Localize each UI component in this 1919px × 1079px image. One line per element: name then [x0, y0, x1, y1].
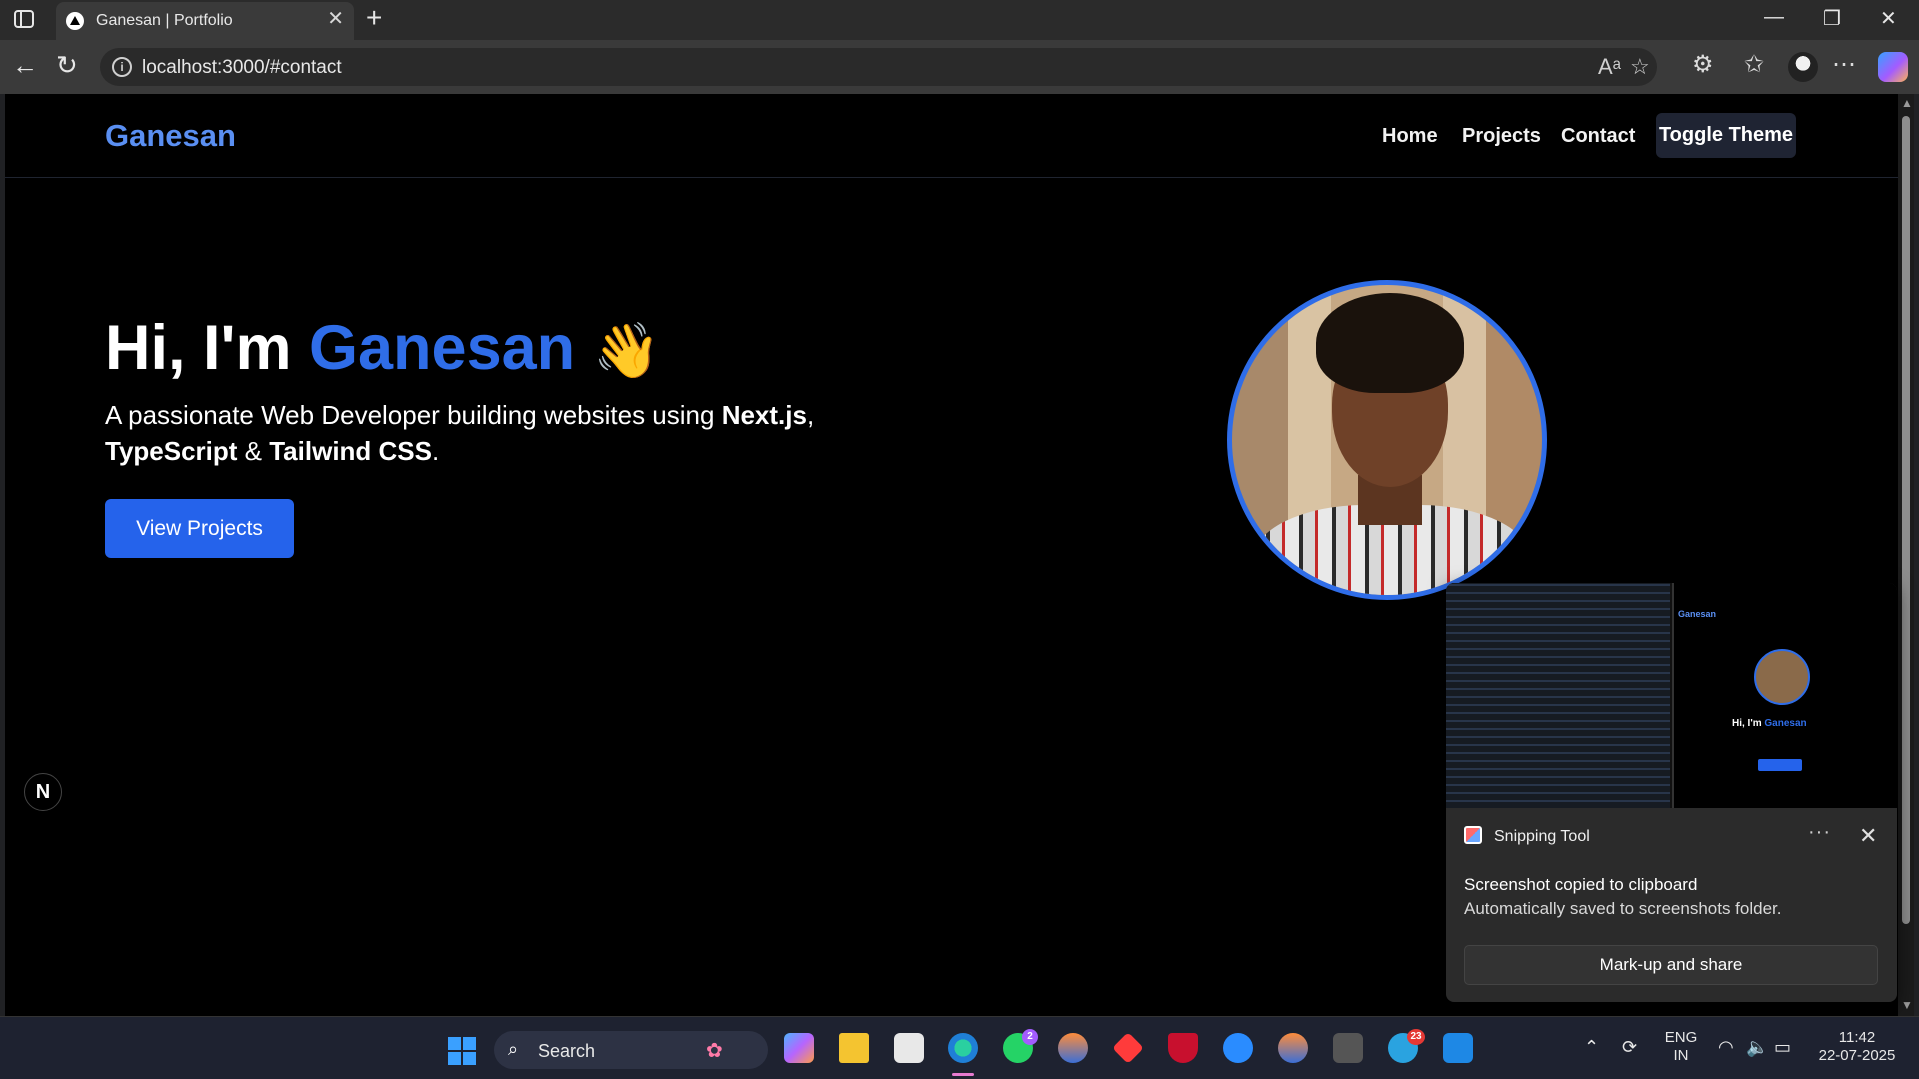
- hero-sep2: &: [237, 436, 270, 466]
- language-indicator[interactable]: ENG IN: [1664, 1029, 1698, 1065]
- firefox-icon[interactable]: [1278, 1033, 1308, 1063]
- windows-start-icon[interactable]: [448, 1037, 476, 1065]
- page-scrollbar[interactable]: ▲ ▼: [1898, 94, 1914, 1016]
- favorite-star-icon[interactable]: ☆: [1630, 54, 1650, 80]
- preview-brand: Ganesan: [1678, 609, 1717, 619]
- favorites-icon[interactable]: ✩: [1744, 52, 1764, 78]
- snipping-tool-icon: [1464, 826, 1482, 844]
- clock-date: 22-07-2025: [1818, 1047, 1896, 1064]
- clock-time: 11:42: [1838, 1029, 1876, 1046]
- hero-sub-intro: A passionate Web Developer building webs…: [105, 400, 722, 430]
- hero-sep1: ,: [806, 400, 815, 430]
- toast-app-name: Snipping Tool: [1494, 828, 1590, 845]
- windows-taskbar: ⌕ Search ✿ 2 23 ⌃ ⟳ ENG IN ◠ 🔈 ▭ 11:42 2…: [0, 1016, 1919, 1079]
- profile-photo: [1227, 280, 1547, 600]
- vscode-icon[interactable]: [1443, 1033, 1473, 1063]
- url-text[interactable]: localhost:3000/#contact: [142, 57, 342, 79]
- preview-website: Ganesan Hi, I'm Ganesan: [1672, 583, 1897, 808]
- file-explorer-icon[interactable]: [839, 1033, 869, 1063]
- firefox-dev-icon[interactable]: [1058, 1033, 1088, 1063]
- minimize-icon[interactable]: —: [1764, 6, 1784, 29]
- extensions-icon[interactable]: ⚙: [1692, 52, 1714, 78]
- whatsapp-badge: 2: [1022, 1029, 1038, 1045]
- active-app-indicator: [952, 1073, 974, 1076]
- view-projects-button[interactable]: View Projects: [105, 499, 294, 558]
- scroll-up-icon[interactable]: ▲: [1901, 96, 1913, 110]
- screenshot-preview[interactable]: Ganesan Hi, I'm Ganesan: [1446, 583, 1897, 808]
- hero-name: Ganesan: [309, 313, 576, 383]
- battery-icon[interactable]: ▭: [1774, 1037, 1791, 1058]
- sync-icon[interactable]: ⟳: [1622, 1037, 1637, 1058]
- profile-avatar-icon[interactable]: [1788, 52, 1818, 82]
- toast-title: Screenshot copied to clipboard: [1464, 875, 1698, 894]
- tech-tailwind: Tailwind CSS: [269, 436, 432, 466]
- refresh-icon[interactable]: ↻: [56, 52, 78, 78]
- restore-icon[interactable]: ❐: [1823, 6, 1841, 31]
- copilot-app-icon[interactable]: [784, 1033, 814, 1063]
- language-code: ENG: [1664, 1029, 1698, 1046]
- site-brand[interactable]: Ganesan: [105, 118, 236, 154]
- hero-greeting: Hi, I'm: [105, 313, 310, 383]
- tech-nextjs: Next.js: [721, 400, 807, 430]
- preview-avatar: [1754, 649, 1810, 705]
- toast-more-icon[interactable]: ···: [1808, 821, 1831, 844]
- toast-close-icon[interactable]: ✕: [1859, 823, 1877, 849]
- back-icon[interactable]: ←: [12, 52, 38, 78]
- markup-share-button[interactable]: Mark-up and share: [1464, 945, 1878, 985]
- hero-subtitle: A passionate Web Developer building webs…: [105, 397, 865, 469]
- mcafee-icon[interactable]: [1168, 1033, 1198, 1063]
- edge-browser-icon[interactable]: [948, 1033, 978, 1063]
- browser-tab-bar: Ganesan | Portfolio ✕ + — ❐ ✕: [0, 0, 1919, 40]
- git-tool-icon[interactable]: [1333, 1033, 1363, 1063]
- tech-typescript: TypeScript: [105, 436, 238, 466]
- volume-icon[interactable]: 🔈: [1746, 1037, 1768, 1058]
- browser-tab[interactable]: Ganesan | Portfolio ✕: [56, 2, 354, 40]
- nav-contact[interactable]: Contact: [1561, 125, 1635, 148]
- copilot-icon[interactable]: [1878, 52, 1908, 82]
- preview-code-editor: [1446, 583, 1670, 808]
- search-highlight-icon: ✿: [706, 1040, 723, 1062]
- show-hidden-icons-icon[interactable]: ⌃: [1584, 1037, 1599, 1058]
- search-label: Search: [538, 1041, 596, 1061]
- help-icon[interactable]: [1223, 1033, 1253, 1063]
- wave-emoji-icon: 👋: [593, 321, 661, 381]
- nextjs-dev-badge[interactable]: N: [24, 773, 62, 811]
- snipping-tool-toast: Ganesan Hi, I'm Ganesan Snipping Tool ··…: [1446, 583, 1897, 1002]
- anydesk-icon[interactable]: [1112, 1032, 1144, 1064]
- site-header: Ganesan Home Projects Contact Toggle The…: [5, 94, 1898, 178]
- region-code: IN: [1673, 1047, 1689, 1064]
- toast-body: Automatically saved to screenshots folde…: [1464, 899, 1782, 918]
- tab-close-icon[interactable]: ✕: [327, 9, 344, 29]
- hero-title: Hi, I'm Ganesan 👋: [105, 312, 660, 384]
- tab-title: Ganesan | Portfolio: [96, 12, 233, 29]
- sidebar-toggle-icon[interactable]: [14, 10, 34, 28]
- nav-home[interactable]: Home: [1382, 125, 1438, 148]
- scroll-thumb[interactable]: [1902, 116, 1910, 924]
- nav-projects[interactable]: Projects: [1462, 125, 1541, 148]
- nextjs-favicon-icon: [66, 12, 84, 30]
- close-window-icon[interactable]: ✕: [1880, 6, 1897, 31]
- toggle-theme-button[interactable]: Toggle Theme: [1656, 113, 1796, 158]
- taskbar-search[interactable]: ⌕ Search ✿: [494, 1031, 768, 1069]
- address-bar[interactable]: i localhost:3000/#contact Aᵃ ☆: [100, 48, 1657, 86]
- telegram-badge: 23: [1407, 1029, 1425, 1045]
- preview-title: Hi, I'm Ganesan: [1732, 718, 1807, 729]
- site-info-icon[interactable]: i: [112, 57, 132, 77]
- wifi-icon[interactable]: ◠: [1718, 1037, 1734, 1058]
- search-icon: ⌕: [508, 1039, 519, 1059]
- microsoft-store-icon[interactable]: [894, 1033, 924, 1063]
- clock[interactable]: 11:42 22-07-2025: [1814, 1029, 1900, 1065]
- hero-end: .: [432, 436, 440, 466]
- more-menu-icon[interactable]: ⋯: [1832, 52, 1856, 78]
- browser-toolbar: ← ↻ i localhost:3000/#contact Aᵃ ☆ ⚙ ✩ ⋯: [0, 40, 1919, 94]
- preview-button: [1758, 759, 1802, 771]
- new-tab-icon[interactable]: +: [366, 4, 382, 32]
- scroll-down-icon[interactable]: ▼: [1901, 998, 1913, 1012]
- read-aloud-icon[interactable]: Aᵃ: [1598, 54, 1621, 80]
